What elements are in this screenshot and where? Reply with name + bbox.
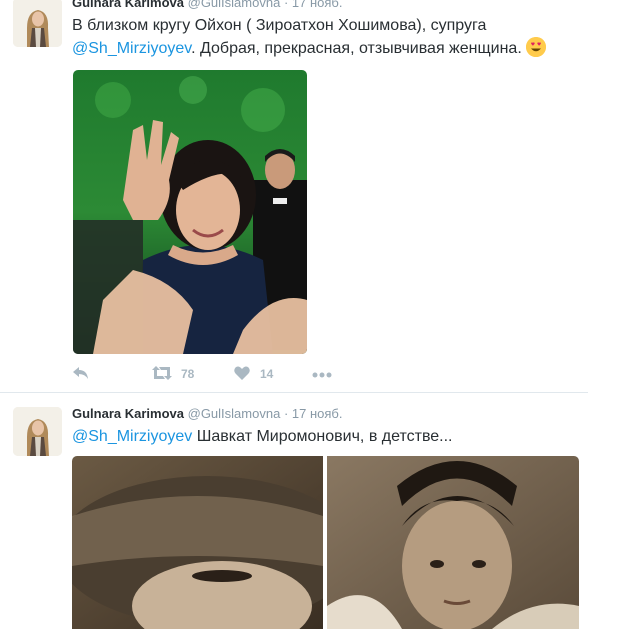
author-handle[interactable]: @GulIslamovna bbox=[188, 0, 281, 10]
tweet-text-rest: Шавкат Миромонович, в детстве... bbox=[192, 428, 453, 445]
tweet-2[interactable]: Gulnara Karimova @GulIslamovna · 17 нояб… bbox=[0, 393, 590, 629]
retweet-button[interactable]: 78 bbox=[152, 364, 194, 384]
like-icon bbox=[234, 366, 250, 383]
separator-dot: · bbox=[283, 0, 289, 10]
reply-icon bbox=[72, 366, 90, 383]
retweet-count: 78 bbox=[181, 367, 195, 381]
heart-eyes-emoji-icon bbox=[525, 37, 546, 57]
author-name[interactable]: Gulnara Karimova bbox=[72, 406, 184, 421]
tweet-date[interactable]: 17 нояб. bbox=[292, 406, 343, 421]
like-count: 14 bbox=[260, 367, 274, 381]
tweet-header: Gulnara Karimova @GulIslamovna · 17 нояб… bbox=[72, 0, 342, 10]
more-button[interactable] bbox=[312, 364, 332, 384]
tweet-text-rest: . Добрая, прекрасная, отзывчивая женщина… bbox=[191, 40, 522, 57]
tweet-photo-collage[interactable] bbox=[72, 456, 579, 629]
tweet-text: @Sh_Mirziyoyev Шавкат Миромонович, в дет… bbox=[72, 425, 453, 448]
avatar[interactable] bbox=[13, 407, 62, 456]
mention-link[interactable]: @Sh_Mirziyoyev bbox=[72, 40, 191, 57]
tweet-header: Gulnara Karimova @GulIslamovna · 17 нояб… bbox=[72, 406, 342, 421]
reply-button[interactable] bbox=[72, 364, 90, 384]
author-name[interactable]: Gulnara Karimova bbox=[72, 0, 184, 10]
author-handle[interactable]: @GulIslamovna bbox=[188, 406, 281, 421]
tweet-text-line-2: @Sh_Mirziyoyev. Добрая, прекрасная, отзы… bbox=[72, 37, 546, 60]
like-button[interactable]: 14 bbox=[234, 364, 273, 384]
tweet-date[interactable]: 17 нояб. bbox=[292, 0, 343, 10]
tweet-1[interactable]: Gulnara Karimova @GulIslamovna · 17 нояб… bbox=[0, 0, 590, 392]
retweet-icon bbox=[152, 365, 172, 383]
separator-dot: · bbox=[283, 406, 289, 421]
more-icon bbox=[312, 367, 332, 381]
mention-link[interactable]: @Sh_Mirziyoyev bbox=[72, 428, 192, 445]
tweet-text-line-1: В близком кругу Ойхон ( Зироатхон Хошимо… bbox=[72, 17, 487, 34]
tweet-actions: 78 14 bbox=[72, 364, 372, 384]
avatar[interactable] bbox=[13, 0, 62, 47]
tweet-photo[interactable] bbox=[73, 70, 307, 354]
tweet-text: В близком кругу Ойхон ( Зироатхон Хошимо… bbox=[72, 14, 546, 60]
